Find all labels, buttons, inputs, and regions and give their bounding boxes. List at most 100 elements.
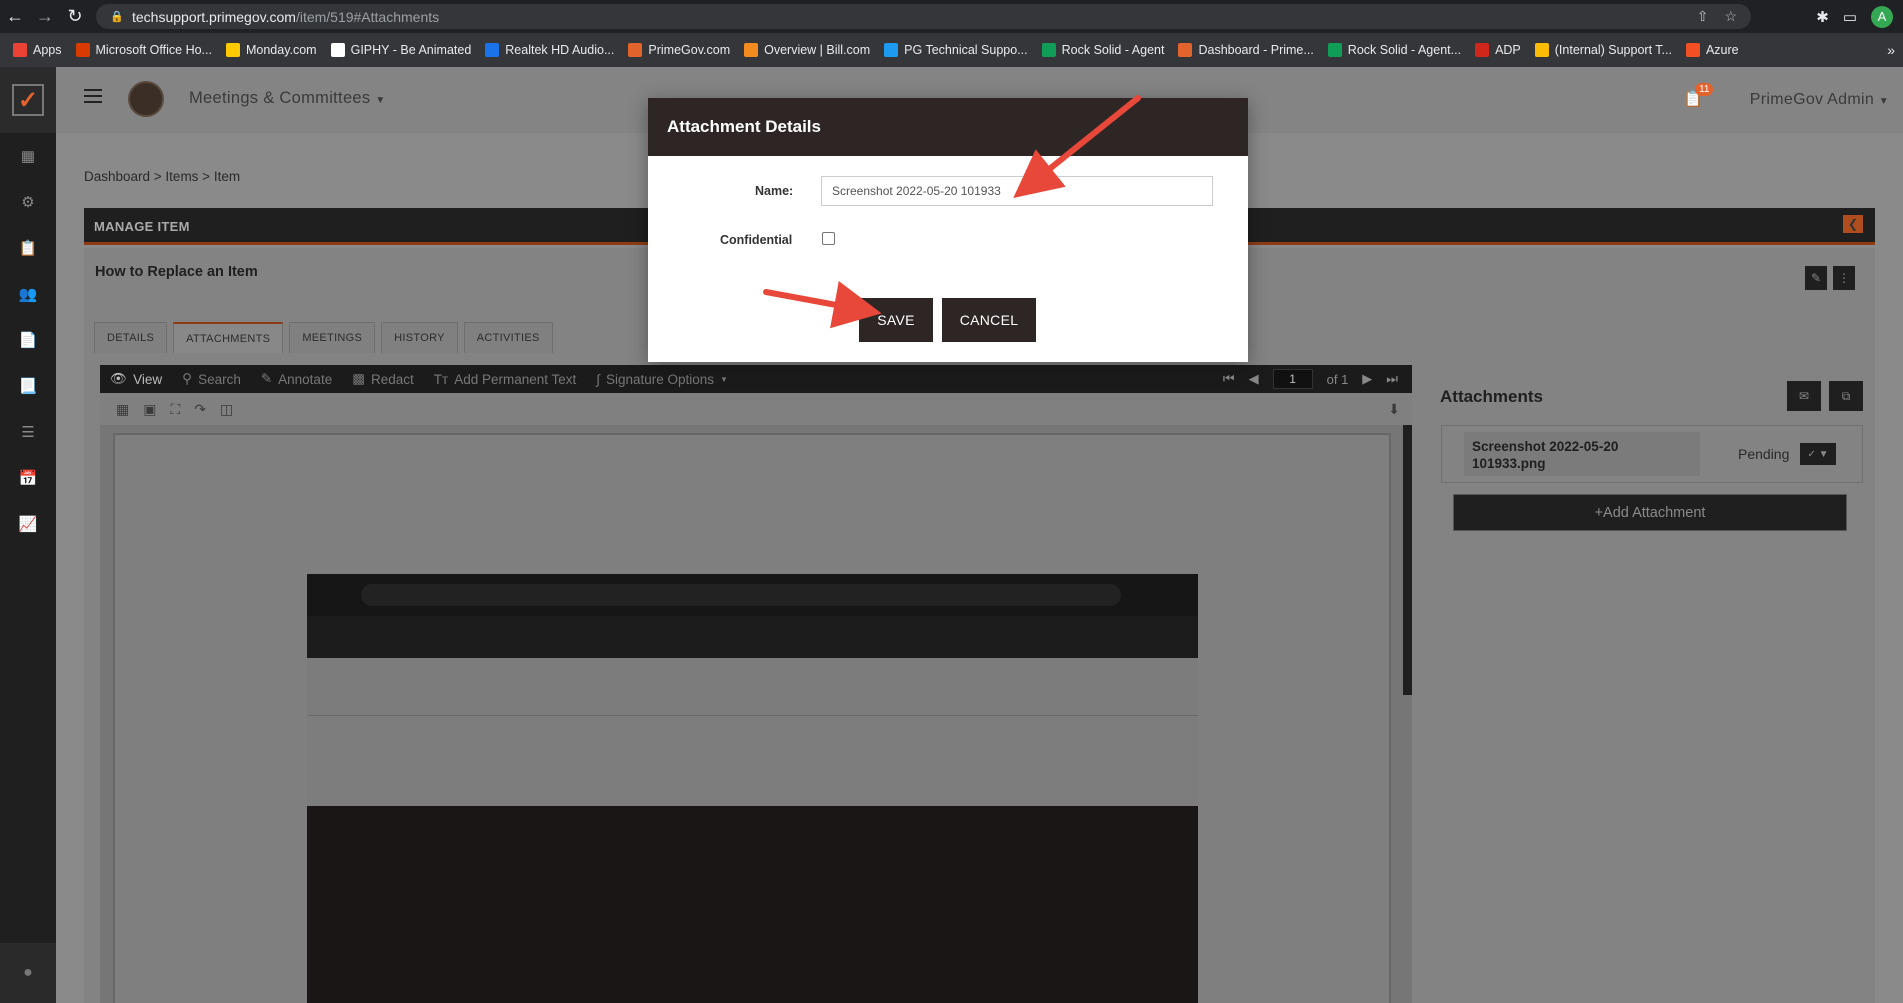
rotate-icon[interactable]: ↷ [194,401,206,418]
redact-tool[interactable]: ▩ Redact [342,371,424,387]
bookmark-favicon-icon [1475,43,1490,57]
modal-header: Attachment Details [648,98,1248,156]
menu-icon[interactable] [84,89,102,103]
chevron-down-icon: ✓ ▼ [1807,448,1829,460]
app-logo[interactable]: ✓ [0,67,56,133]
attachment-file-name[interactable]: Screenshot 2022-05-20 101933.png [1464,432,1700,476]
add-attachment-button[interactable]: +Add Attachment [1453,494,1847,531]
tab-attachments[interactable]: ATTACHMENTS [173,322,284,353]
bookmark-label: Microsoft Office Ho... [95,43,212,57]
bookmark-favicon-icon [75,43,90,57]
bookmark-favicon-icon [485,43,500,57]
more-vertical-icon[interactable]: ⋮ [1833,266,1855,290]
bookmark-item[interactable]: GIPHY - Be Animated [324,33,479,67]
bookmark-item[interactable]: Rock Solid - Agent... [1321,33,1468,67]
more-bookmarks-icon[interactable]: » [1887,33,1895,67]
export-icon[interactable]: ⧉ [1829,381,1863,411]
bookmark-item[interactable]: Azure [1679,33,1746,67]
forward-icon[interactable]: → [30,0,60,33]
document-icon[interactable]: 📄 [0,317,56,363]
share-icon[interactable]: ⇧ [1697,8,1709,25]
list-icon[interactable]: ☰ [0,409,56,455]
confidential-label: Confidential [720,233,793,247]
save-button[interactable]: SAVE [859,298,933,342]
reload-icon[interactable]: ↻ [60,0,90,33]
star-icon[interactable]: ☆ [1724,8,1737,25]
app-switcher[interactable]: Meetings & Committees ▼ [189,89,386,108]
download-icon[interactable]: ⬇ [1388,401,1400,418]
bookmark-label: Azure [1705,43,1739,57]
page-total: of 1 [1326,371,1349,387]
document-viewer: 👁 View ⚲ Search ✎ Annotate ▩ Redact Tт Add Pe… [100,365,1412,1003]
bookmark-item[interactable]: ADP [1468,33,1528,67]
bookmark-item[interactable]: Realtek HD Audio... [478,33,621,67]
bookmark-label: PrimeGov.com [648,43,731,57]
bookmark-item[interactable]: Overview | Bill.com [737,33,877,67]
embedded-screenshot [307,574,1198,1003]
page-icon[interactable]: ◫ [220,401,233,418]
settings-icon[interactable]: ⚙ [0,179,56,225]
collapse-icon[interactable]: ❮ [1843,215,1863,233]
user-menu[interactable]: PrimeGov Admin ▼ [1750,91,1889,109]
dashboard-icon[interactable]: ▦ [0,133,56,179]
user-icon[interactable]: ● [0,943,56,1003]
bookmark-favicon-icon [744,43,759,57]
next-page-icon[interactable]: ▶ [1362,371,1372,387]
back-icon[interactable]: ← [0,0,30,33]
last-page-icon[interactable]: ⏭ [1386,371,1398,387]
bookmark-favicon-icon [1178,43,1193,57]
cancel-button[interactable]: CANCEL [942,298,1036,342]
file-icon[interactable]: 📃 [0,363,56,409]
thumbnails-icon[interactable]: ▦ [116,401,129,418]
chart-icon[interactable]: 📈 [0,501,56,547]
first-page-icon[interactable]: ⏮ [1223,371,1235,387]
bookmark-item[interactable]: Monday.com [219,33,324,67]
bookmark-item[interactable]: PG Technical Suppo... [877,33,1034,67]
bookmark-label: ADP [1495,43,1521,57]
bookmark-item[interactable]: Rock Solid - Agent [1035,33,1172,67]
bookmark-item[interactable]: PrimeGov.com [621,33,737,67]
email-icon[interactable]: ✉ [1787,381,1821,411]
view-tool[interactable]: 👁 View [100,371,172,387]
tab-meetings[interactable]: MEETINGS [289,322,376,353]
browser-toolbar: ← → ↻ 🔒 techsupport.primegov.com/item/51… [0,0,1903,33]
bookmark-item[interactable]: (Internal) Support T... [1528,33,1679,67]
comment-icon[interactable]: ▣ [143,401,156,418]
permanent-text-tool[interactable]: Tт Add Permanent Text [424,372,587,387]
modal-title: Attachment Details [667,117,821,136]
page-number-input[interactable]: 1 [1272,369,1313,389]
users-icon[interactable]: 👥 [0,271,56,317]
prev-page-icon[interactable]: ◀ [1249,371,1259,387]
bookmark-item[interactable]: Apps [6,33,69,67]
bookmark-item[interactable]: Microsoft Office Ho... [69,33,219,67]
bookmark-favicon-icon [884,43,899,57]
extensions-icon[interactable]: ✱ [1816,8,1829,26]
bookmark-label: Rock Solid - Agent... [1347,43,1462,57]
tab-details[interactable]: DETAILS [94,322,168,353]
viewer-scrollbar[interactable] [1403,425,1412,695]
confidential-checkbox[interactable] [822,232,835,245]
address-bar[interactable]: 🔒 techsupport.primegov.com/item/519#Atta… [96,4,1751,29]
tab-activities[interactable]: ACTIVITIES [463,322,553,353]
annotate-tool[interactable]: ✎ Annotate [251,371,342,387]
edit-icon[interactable]: ✎ [1805,266,1827,290]
admin-name: PrimeGov Admin [1749,91,1875,108]
embedded-dark-area [307,806,1198,1003]
signature-options-tool[interactable]: ∫ Signature Options ▼ [586,372,738,387]
tab-history[interactable]: HISTORY [381,322,458,353]
search-tool[interactable]: ⚲ Search [172,371,251,387]
calendar-icon[interactable]: 📅 [0,455,56,501]
notifications-icon[interactable]: 📋 11 [1683,83,1714,109]
profile-avatar[interactable]: A [1871,5,1893,28]
view-label: View [133,371,163,387]
bookmark-label: Dashboard - Prime... [1198,43,1314,57]
clipboard-icon[interactable]: 📋 [0,225,56,271]
breadcrumb[interactable]: Dashboard > Items > Item [84,169,240,184]
bookmark-item[interactable]: Dashboard - Prime... [1171,33,1320,67]
annotate-label: Annotate [278,371,333,387]
side-panel-icon[interactable]: ▭ [1843,8,1857,26]
attachment-actions-dropdown[interactable]: ✓ ▼ [1800,443,1836,465]
name-input[interactable] [821,176,1213,206]
fit-icon[interactable]: ⛶ [170,401,180,418]
signature-icon: ∫ [596,371,600,387]
